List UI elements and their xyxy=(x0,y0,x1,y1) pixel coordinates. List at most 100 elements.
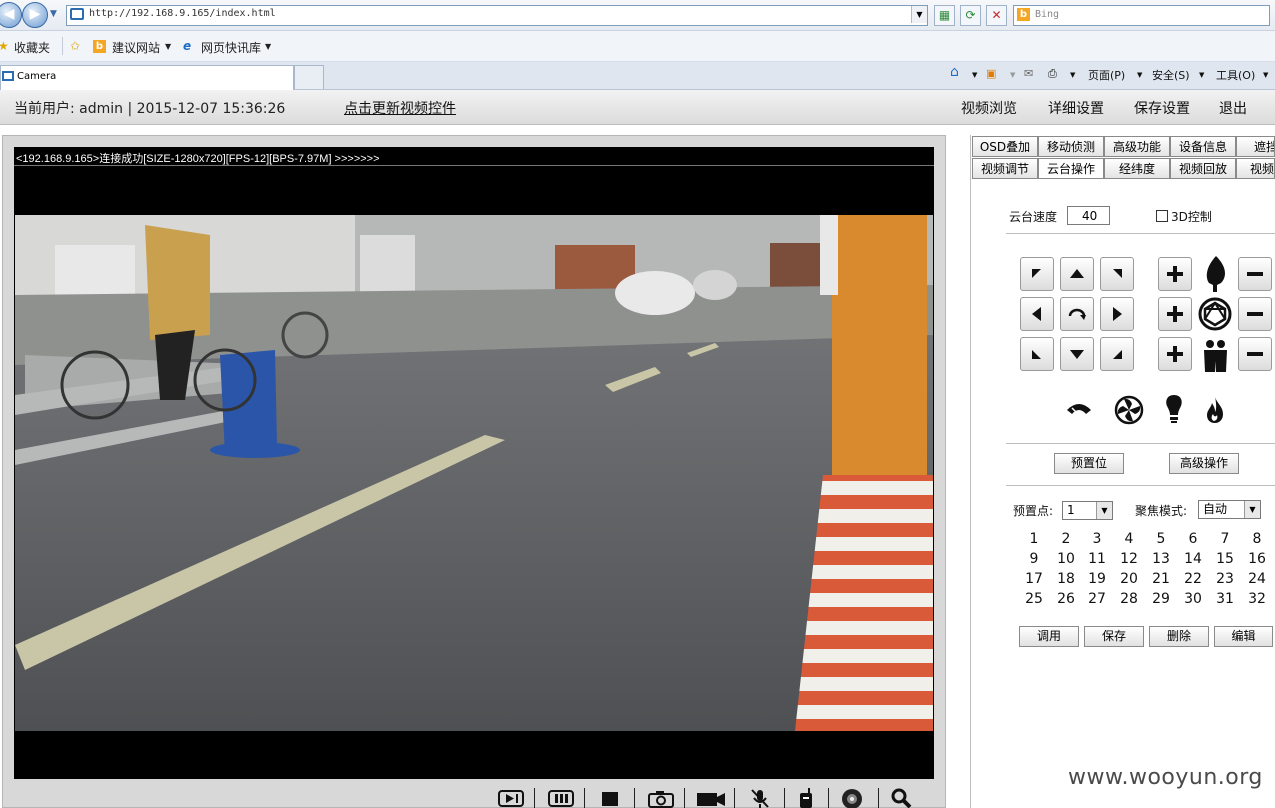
3d-control-checkbox[interactable] xyxy=(1156,210,1168,222)
advanced-operation-button[interactable]: 高级操作 xyxy=(1169,453,1239,474)
preset-number-20[interactable]: 20 xyxy=(1115,571,1143,587)
chevron-down-icon[interactable]: ▼ xyxy=(1199,71,1204,79)
tab-video-adjust[interactable]: 视频调节 xyxy=(972,158,1038,179)
preset-number-4[interactable]: 4 xyxy=(1115,531,1143,547)
zoom-out-minus-button[interactable] xyxy=(1238,337,1272,371)
tab-video-more[interactable]: 视频 xyxy=(1236,158,1275,179)
ptz-speed-input[interactable]: 40 xyxy=(1067,206,1110,225)
add-favorite-icon[interactable]: ✩ xyxy=(70,39,80,53)
favorites-button[interactable]: 收藏夹 xyxy=(14,39,50,56)
edit-preset-button[interactable]: 编辑 xyxy=(1214,626,1273,647)
chevron-down-icon[interactable]: ▼ xyxy=(165,42,171,51)
new-tab-button[interactable] xyxy=(294,65,324,89)
stop-icon[interactable]: ✕ xyxy=(986,5,1007,26)
compatibility-view-icon[interactable]: ▦ xyxy=(934,5,955,26)
save-preset-button[interactable]: 保存 xyxy=(1084,626,1144,647)
chevron-down-icon[interactable]: ▼ xyxy=(1137,71,1142,79)
nav-video-browse[interactable]: 视频浏览 xyxy=(961,98,1017,118)
preset-number-15[interactable]: 15 xyxy=(1211,551,1239,567)
preset-number-5[interactable]: 5 xyxy=(1147,531,1175,547)
light-bulb-icon[interactable] xyxy=(1162,393,1186,425)
ptz-up-right-button[interactable] xyxy=(1100,257,1134,291)
iris-close-minus-button[interactable] xyxy=(1238,297,1272,331)
forward-button[interactable]: ▶ xyxy=(22,2,48,28)
preset-button[interactable]: 预置位 xyxy=(1054,453,1124,474)
favorites-star-icon[interactable]: ★ xyxy=(0,39,9,53)
tab-ptz-operation[interactable]: 云台操作 xyxy=(1038,158,1104,179)
ptz-down-right-button[interactable] xyxy=(1100,337,1134,371)
tab-camera[interactable]: Camera xyxy=(0,65,294,90)
focus-near-plus-button[interactable] xyxy=(1158,257,1192,291)
chevron-down-icon[interactable]: ▼ xyxy=(1070,71,1075,79)
feeds-icon[interactable]: ▣ xyxy=(986,67,996,80)
preset-number-13[interactable]: 13 xyxy=(1147,551,1175,567)
preset-number-3[interactable]: 3 xyxy=(1083,531,1111,547)
preset-number-9[interactable]: 9 xyxy=(1020,551,1048,567)
preset-number-30[interactable]: 30 xyxy=(1179,591,1207,607)
home-icon[interactable]: ⌂ xyxy=(950,64,959,80)
preset-number-17[interactable]: 17 xyxy=(1020,571,1048,587)
preset-number-12[interactable]: 12 xyxy=(1115,551,1143,567)
preset-point-select[interactable]: 1 ▼ xyxy=(1062,501,1113,520)
preset-number-16[interactable]: 16 xyxy=(1243,551,1271,567)
chevron-down-icon[interactable]: ▼ xyxy=(1263,71,1268,79)
preset-number-23[interactable]: 23 xyxy=(1211,571,1239,587)
nav-logout[interactable]: 退出 xyxy=(1219,98,1247,118)
web-slice-gallery-link[interactable]: 网页快讯库 xyxy=(201,39,261,56)
preset-number-29[interactable]: 29 xyxy=(1147,591,1175,607)
tab-device-info[interactable]: 设备信息 xyxy=(1170,136,1236,157)
tab-advanced-functions[interactable]: 高级功能 xyxy=(1104,136,1170,157)
fan-icon[interactable] xyxy=(1114,395,1144,425)
update-control-link[interactable]: 点击更新视频控件 xyxy=(344,98,456,118)
preset-number-1[interactable]: 1 xyxy=(1020,531,1048,547)
preset-number-31[interactable]: 31 xyxy=(1211,591,1239,607)
preset-number-18[interactable]: 18 xyxy=(1052,571,1080,587)
nav-detailed-settings[interactable]: 详细设置 xyxy=(1048,98,1104,118)
preset-number-24[interactable]: 24 xyxy=(1243,571,1271,587)
tab-video-playback[interactable]: 视频回放 xyxy=(1170,158,1236,179)
preset-number-28[interactable]: 28 xyxy=(1115,591,1143,607)
tab-motion-detection[interactable]: 移动侦测 xyxy=(1038,136,1104,157)
page-menu[interactable]: 页面(P) xyxy=(1088,67,1125,83)
safety-menu[interactable]: 安全(S) xyxy=(1152,67,1190,83)
preset-number-6[interactable]: 6 xyxy=(1179,531,1207,547)
ptz-left-button[interactable] xyxy=(1020,297,1054,331)
history-dropdown-icon[interactable]: ▼ xyxy=(50,9,57,19)
search-field[interactable]: b Bing xyxy=(1013,5,1270,26)
nav-save-settings[interactable]: 保存设置 xyxy=(1134,98,1190,118)
back-button[interactable]: ◀ xyxy=(0,2,22,28)
zoom-in-plus-button[interactable] xyxy=(1158,337,1192,371)
url-dropdown-icon[interactable]: ▼ xyxy=(911,6,927,23)
heater-flame-icon[interactable] xyxy=(1203,394,1227,426)
iris-open-plus-button[interactable] xyxy=(1158,297,1192,331)
chevron-down-icon[interactable]: ▼ xyxy=(972,71,977,79)
wiper-icon[interactable] xyxy=(1064,398,1094,420)
mail-icon[interactable]: ✉ xyxy=(1024,67,1033,80)
preset-number-25[interactable]: 25 xyxy=(1020,591,1048,607)
call-preset-button[interactable]: 调用 xyxy=(1019,626,1079,647)
chevron-down-icon[interactable]: ▼ xyxy=(1010,71,1015,79)
tab-lat-long[interactable]: 经纬度 xyxy=(1104,158,1170,179)
zoom-magnifier-icon[interactable] xyxy=(890,788,912,808)
focus-far-minus-button[interactable] xyxy=(1238,257,1272,291)
microphone-muted-icon[interactable] xyxy=(750,788,770,808)
preset-number-22[interactable]: 22 xyxy=(1179,571,1207,587)
refresh-icon[interactable]: ⟳ xyxy=(960,5,981,26)
ptz-up-left-button[interactable] xyxy=(1020,257,1054,291)
delete-preset-button[interactable]: 删除 xyxy=(1149,626,1209,647)
url-field[interactable]: http://192.168.9.165/index.html ▼ xyxy=(66,5,928,26)
preset-number-7[interactable]: 7 xyxy=(1211,531,1239,547)
ptz-up-button[interactable] xyxy=(1060,257,1094,291)
snapshot-camera-icon[interactable] xyxy=(648,788,674,808)
intercom-icon[interactable] xyxy=(796,788,816,808)
tab-osd-overlay[interactable]: OSD叠加 xyxy=(972,136,1038,157)
preset-number-32[interactable]: 32 xyxy=(1243,591,1271,607)
preset-number-11[interactable]: 11 xyxy=(1083,551,1111,567)
ptz-right-button[interactable] xyxy=(1100,297,1134,331)
suggested-sites-link[interactable]: 建议网站 xyxy=(112,39,160,56)
ptz-auto-rotate-button[interactable] xyxy=(1060,297,1094,331)
preset-number-14[interactable]: 14 xyxy=(1179,551,1207,567)
record-video-icon[interactable] xyxy=(696,788,726,808)
fullscreen-lens-icon[interactable] xyxy=(840,788,864,808)
stop-icon[interactable] xyxy=(600,788,620,808)
